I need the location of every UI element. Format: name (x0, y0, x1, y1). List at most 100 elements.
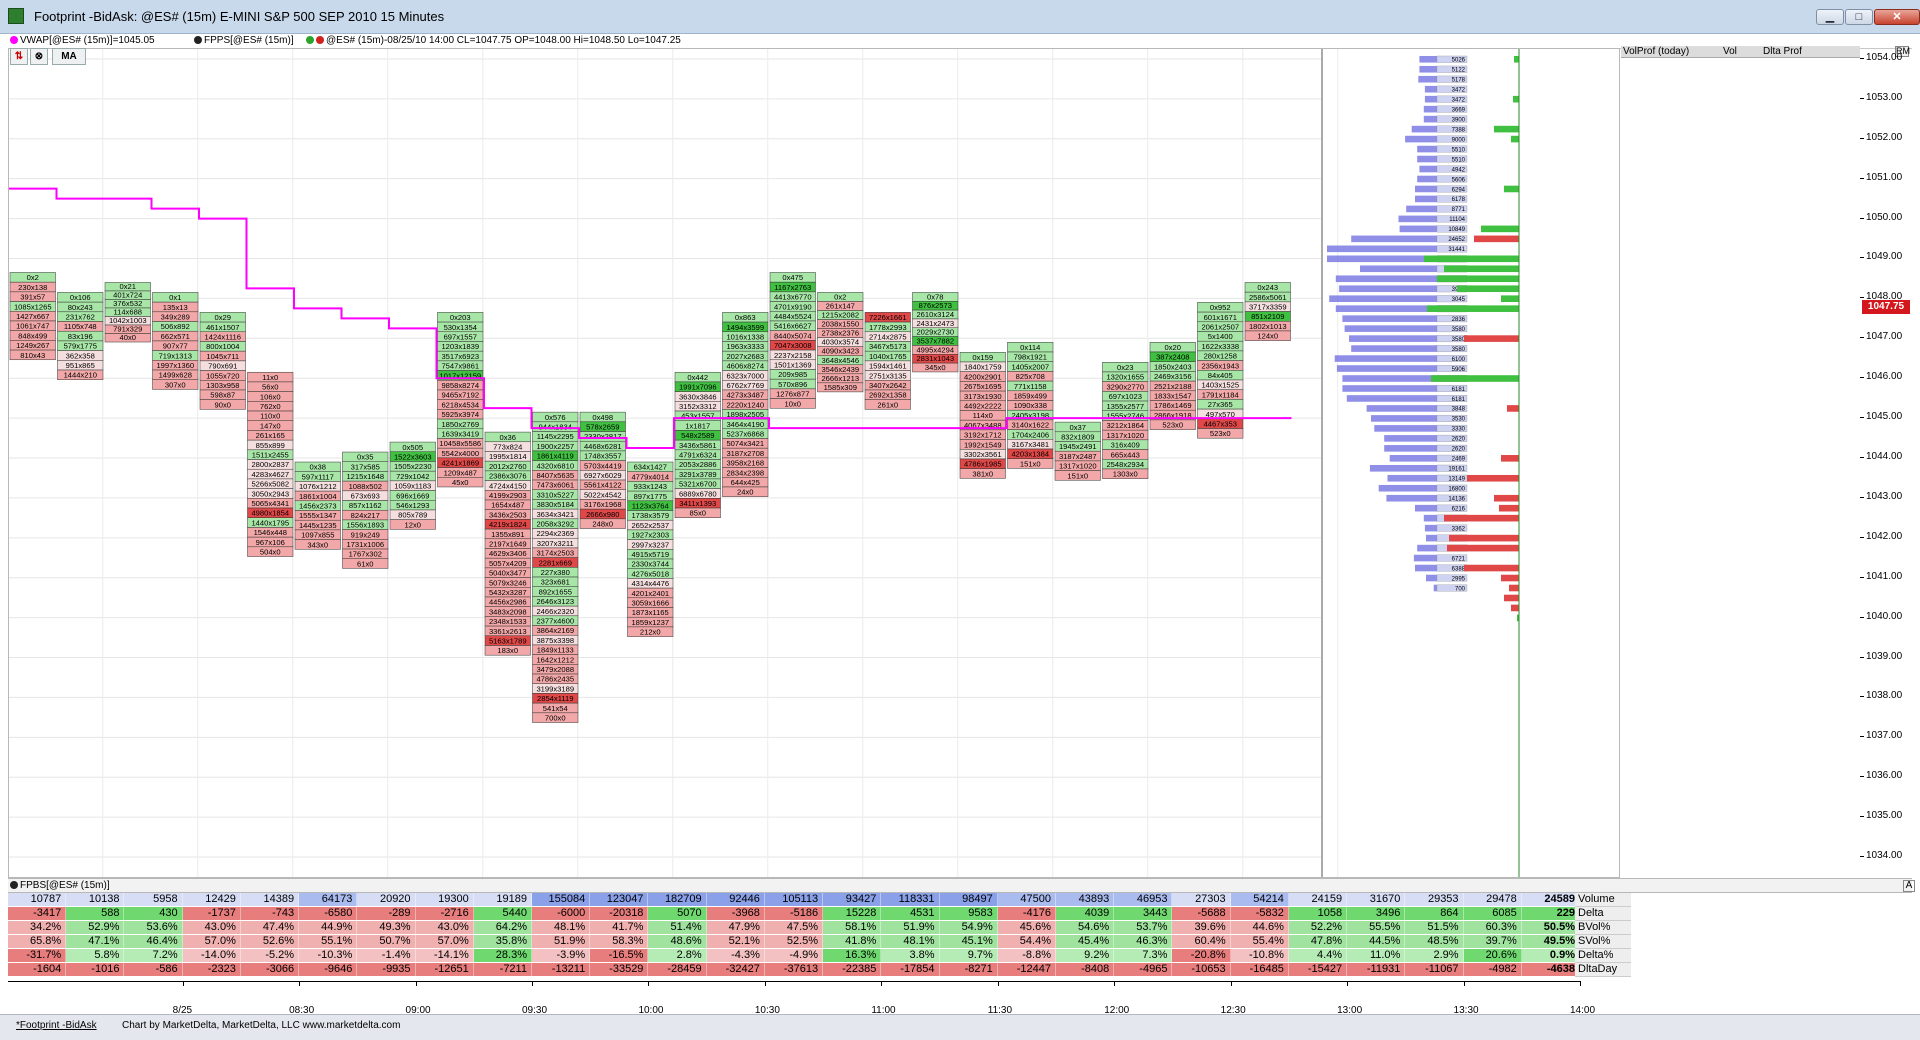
stats-cell: 52.2% (1288, 921, 1348, 934)
footprint-cell-label: 3407x2642 (869, 381, 907, 390)
footprint-cell-label: 231x762 (66, 313, 95, 322)
footprint-cell-label: 1850x2403 (1154, 362, 1192, 371)
footprint-cell-label: 1585x309 (824, 383, 857, 392)
volume-profile-bar (1384, 445, 1437, 452)
volume-profile-label: 2836 (1452, 317, 1466, 323)
footprint-cell-label: 1303x0 (1113, 470, 1138, 479)
footprint-cell-label: 1511x2455 (252, 451, 289, 460)
stats-cell: 3496 (1347, 907, 1406, 920)
delta-profile-bar (1504, 185, 1519, 193)
delta-profile-bar (1464, 335, 1519, 342)
footprint-cell-label: 84x405 (1208, 371, 1233, 380)
crosshair-tool-icon[interactable]: ⊗ (30, 48, 48, 65)
delta-profile-bar (1464, 564, 1519, 572)
volume-profile-label: 6294 (1452, 187, 1466, 193)
price-tick-label: 1049.00 (1866, 251, 1903, 263)
stats-cell: -1.4% (357, 949, 416, 962)
footprint-cell-label: 230x138 (18, 283, 47, 292)
volume-profile-label: 16800 (1448, 487, 1465, 493)
volume-profile-bar (1342, 375, 1437, 382)
cursor-tool-icon[interactable]: ⇅ (10, 48, 28, 65)
volume-profile-label: 10849 (1448, 227, 1465, 233)
volume-profile-bar (1415, 504, 1437, 512)
stats-cell: -16.5% (590, 949, 649, 962)
footprint-cell-label: 810x43 (20, 351, 45, 360)
footprint-cell-label: 4779x4014 (631, 472, 669, 481)
footprint-cell-label: 798x1921 (1014, 353, 1047, 362)
footprint-cell-label: 1040x1765 (869, 352, 907, 361)
ma-button[interactable]: MA (52, 48, 86, 65)
footprint-cell-label: 0x475 (782, 273, 803, 282)
price-tick-mark (1860, 736, 1864, 738)
footprint-cell-label: 700x0 (545, 714, 566, 723)
footprint-cell-label: 697x1023 (1109, 392, 1142, 401)
price-tick-label: 1043.00 (1866, 490, 1903, 502)
footprint-cell-label: 1085x1265 (14, 302, 52, 311)
time-tick-mark (881, 981, 883, 986)
stats-cell: 4039 (1056, 907, 1115, 920)
footprint-cell-label: 3830x5184 (536, 500, 574, 509)
footprint-cell-label: 1355x2577 (1106, 402, 1144, 411)
stats-cell: 5440 (473, 907, 532, 920)
footprint-cell-label: 2666x1213 (821, 374, 859, 383)
footprint-cell-label: 5432x3287 (489, 588, 527, 597)
stats-cell: 47.1% (66, 935, 125, 948)
volume-profile-bar (1378, 484, 1437, 492)
price-tick-mark (1860, 57, 1864, 59)
footprint-cell-label: 876x2573 (919, 301, 952, 310)
footprint-cell-label: 5079x3246 (489, 578, 527, 587)
volume-profile-label: 14136 (1448, 497, 1465, 503)
stats-cell: -10.3% (299, 949, 358, 962)
volume-profile-bar (1423, 514, 1437, 522)
footprint-cell-label: 2610x3124 (916, 310, 954, 319)
status-bar: *Footprint -BidAsk Chart by MarketDelta,… (0, 1014, 1920, 1040)
stats-cell: -14.0% (182, 949, 241, 962)
stats-cell: -1737 (182, 907, 241, 920)
volume-profile-bar (1366, 405, 1437, 412)
footprint-cell-label: 1445x1235 (299, 521, 337, 530)
footprint-cell-label: 1791x1184 (1202, 390, 1239, 399)
footprint-cell-label: 3436x2503 (489, 510, 527, 519)
footprint-cell-label: 5237x6868 (726, 429, 764, 438)
footprint-cell-label: 5542x4000 (441, 449, 479, 458)
footprint-cell-label: 61x0 (357, 559, 373, 568)
stats-row-delta: -3417 588 430 -1737 -743 -6580 -289 -2716 5440 -6… (8, 907, 1580, 921)
footprint-cell-label: 2714x2875 (869, 332, 907, 341)
volume-profile-bar (1426, 574, 1437, 582)
maximize-button[interactable]: □ (1845, 9, 1873, 25)
footprint-cell-label: 2666x980 (586, 510, 619, 519)
stats-cell: 55.4% (1230, 935, 1289, 948)
price-tick-mark (1860, 217, 1864, 219)
stats-cell: 52.6% (240, 935, 300, 948)
footprint-cell-label: 2652x2537 (631, 521, 669, 530)
pane-corner-button[interactable]: A (1903, 880, 1915, 892)
footprint-cell-label: 1276x877 (776, 390, 809, 399)
up-dot-icon (306, 36, 314, 45)
footprint-cell-label: 2800x2837 (251, 460, 289, 469)
price-tick-mark (1860, 696, 1864, 698)
footprint-chart[interactable]: 0x2 230x138 391x57 1085x1265 1427x667 1061x74… (8, 48, 1620, 878)
volume-profile-bar (1349, 335, 1437, 342)
footprint-cell-label: 1499x628 (159, 371, 192, 380)
stats-cell: 57.0% (415, 935, 474, 948)
footprint-cell-label: 3630x3846 (679, 392, 717, 401)
minimize-button[interactable]: ▁ (1816, 9, 1844, 25)
footprint-cell-label: 8440x5074 (774, 331, 812, 340)
volprof-header: VolProf (today) (1621, 46, 1721, 58)
footprint-cell-label: 696x1669 (396, 491, 429, 500)
stats-cell: -16485 (1230, 963, 1289, 976)
volume-profile-label: 5026 (1452, 58, 1466, 64)
volume-profile-label: 6216 (1452, 506, 1466, 512)
footprint-cell-label: 280x1258 (1204, 352, 1237, 361)
volume-profile-bar (1399, 225, 1437, 233)
footprint-cell-label: 5416x6627 (774, 322, 812, 331)
footprint-cell-label: 919x249 (351, 530, 380, 539)
delta-profile-bar (1494, 125, 1519, 133)
footprint-cell-label: 1594x1461 (869, 362, 907, 371)
stats-cell: 57.0% (182, 935, 241, 948)
footprint-cell-label: 662x571 (161, 332, 190, 341)
footprint-cell-label: 209x985 (778, 370, 807, 379)
footprint-cell-label: 5925x3974 (441, 410, 479, 419)
footprint-tab[interactable]: *Footprint -BidAsk (16, 1020, 97, 1031)
close-button[interactable]: ✕ (1874, 9, 1920, 25)
